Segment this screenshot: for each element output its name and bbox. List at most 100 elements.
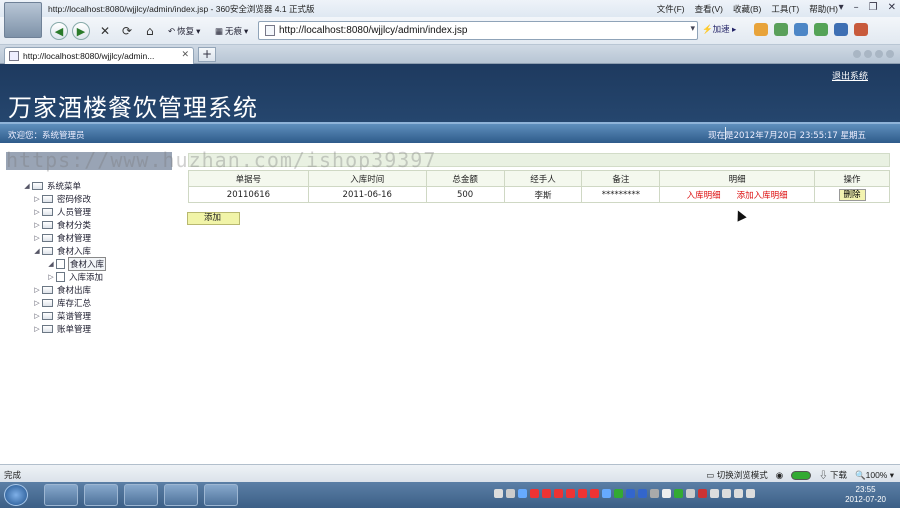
expand-toggle-icon[interactable]: ◢ (46, 260, 56, 268)
tree-item-label[interactable]: 食材入库 (56, 245, 92, 257)
expand-toggle-icon[interactable]: ▷ (32, 325, 42, 333)
security-icon[interactable] (814, 23, 828, 36)
tree-item-menu[interactable]: ▷ 菜谱管理 (32, 309, 106, 322)
tray-icon[interactable] (590, 489, 599, 498)
app-store-icon[interactable] (754, 23, 768, 36)
translate-icon[interactable] (794, 23, 808, 36)
notes-icon[interactable] (774, 23, 788, 36)
chevron-down-icon[interactable]: ▾ (690, 24, 695, 34)
close-icon[interactable]: ✕ (888, 2, 896, 13)
expand-toggle-icon[interactable]: ◢ (22, 182, 32, 190)
tree-root-label[interactable]: 系统菜单 (46, 180, 82, 192)
tree-item-label[interactable]: 密码修改 (56, 193, 92, 205)
accelerate-button[interactable]: ⚡加速 ▸ (702, 23, 736, 35)
tree-subitem-stock-in-add[interactable]: ▷ 入库添加 (46, 270, 106, 283)
tray-icon[interactable] (518, 489, 527, 498)
tree-item-label[interactable]: 菜谱管理 (56, 310, 92, 322)
menu-file[interactable]: 文件(F) (657, 3, 685, 15)
explorer-folder-icon[interactable] (204, 484, 238, 506)
tray-icon[interactable] (662, 489, 671, 498)
restore-icon[interactable]: ❐ (869, 2, 878, 13)
forward-arrow-icon[interactable]: ▶ (72, 22, 90, 40)
360-browser-icon[interactable] (84, 484, 118, 506)
tools-icon[interactable] (854, 23, 868, 36)
add-stock-in-detail-link[interactable]: 添加入库明细 (737, 191, 788, 201)
tray-icon[interactable] (566, 489, 575, 498)
tray-icon[interactable] (710, 489, 719, 498)
tree-item-label[interactable]: 食材出库 (56, 284, 92, 296)
restore-button[interactable]: ↶ 恢复 ▾ (168, 22, 200, 40)
tray-icon[interactable] (650, 489, 659, 498)
shield-icon[interactable]: ▾ (839, 2, 844, 13)
tree-subitem-label[interactable]: 入库添加 (68, 271, 104, 283)
tree-item-inventory[interactable]: ▷ 库存汇总 (32, 296, 106, 309)
tree-root[interactable]: ◢ 系统菜单 (22, 179, 106, 192)
network-icon[interactable] (722, 489, 731, 498)
expand-toggle-icon[interactable]: ▷ (32, 299, 42, 307)
start-button[interactable] (4, 484, 28, 506)
new-tab-button[interactable]: + (198, 47, 216, 62)
volume-icon[interactable] (746, 489, 755, 498)
zoom-control[interactable]: 🔍100% ▾ (855, 470, 894, 481)
menu-favorites[interactable]: 收藏(B) (733, 3, 761, 15)
tree-item-label[interactable]: 食材管理 (56, 232, 92, 244)
favorites-icon[interactable] (834, 23, 848, 36)
app-red-icon[interactable] (124, 484, 158, 506)
address-url[interactable]: http://localhost:8080/wjjlcy/admin/index… (279, 25, 467, 36)
expand-toggle-icon[interactable]: ▷ (32, 286, 42, 294)
tab-list-icon[interactable] (875, 50, 883, 58)
address-bar[interactable]: http://localhost:8080/wjjlcy/admin/index… (258, 21, 698, 40)
tray-icon[interactable] (698, 489, 707, 498)
tray-icon[interactable] (506, 489, 515, 498)
home-icon[interactable]: ⌂ (146, 22, 154, 40)
menu-view[interactable]: 查看(V) (695, 3, 723, 15)
expand-toggle-icon[interactable]: ▷ (46, 273, 56, 281)
download-button[interactable]: ⇩ 下载 (819, 469, 847, 481)
tray-icon[interactable] (602, 489, 611, 498)
collapse-toggle-icon[interactable]: ◢ (32, 247, 42, 255)
tree-subitem-label[interactable]: 食材入库 (68, 256, 107, 271)
tree-item-stock-in[interactable]: ◢ 食材入库 (32, 244, 106, 257)
tab-close-icon[interactable]: ✕ (181, 50, 189, 60)
add-button[interactable]: 添加 (187, 212, 240, 225)
tree-item-label[interactable]: 人员管理 (56, 206, 92, 218)
browse-mode-toggle[interactable]: ▭ 切换浏览模式 (706, 469, 767, 481)
tree-item-staff[interactable]: ▷ 人员管理 (32, 205, 106, 218)
tree-item-stock-out[interactable]: ▷ 食材出库 (32, 283, 106, 296)
delete-button[interactable]: 删除 (838, 188, 866, 201)
tray-icon[interactable] (686, 489, 695, 498)
tray-icon[interactable] (578, 489, 587, 498)
tray-icon[interactable] (530, 489, 539, 498)
minimize-icon[interactable]: – (854, 2, 859, 13)
incognito-button[interactable]: ▦ 无痕 ▾ (215, 22, 248, 40)
menu-tools[interactable]: 工具(T) (771, 3, 799, 15)
eclipse-icon[interactable] (164, 484, 198, 506)
toggle-switch[interactable] (791, 470, 812, 480)
tab-active[interactable]: http://localhost:8080/wjjlcy/admin... ✕ (4, 47, 194, 64)
taskbar-clock[interactable]: 23:55 2012-07-20 (845, 485, 886, 505)
tray-icon[interactable] (494, 489, 503, 498)
tray-icon[interactable] (626, 489, 635, 498)
stock-in-detail-link[interactable]: 入库明细 (687, 191, 721, 201)
tray-icon[interactable] (554, 489, 563, 498)
expand-toggle-icon[interactable]: ▷ (32, 221, 42, 229)
ie-icon[interactable] (44, 484, 78, 506)
refresh-icon[interactable]: ⟳ (122, 22, 132, 40)
tab-scroll-right-icon[interactable] (864, 50, 872, 58)
tray-icon[interactable] (638, 489, 647, 498)
expand-toggle-icon[interactable]: ▷ (32, 312, 42, 320)
tree-item-label[interactable]: 库存汇总 (56, 297, 92, 309)
tree-item-bills[interactable]: ▷ 账单管理 (32, 322, 106, 335)
flag-icon[interactable] (734, 489, 743, 498)
expand-toggle-icon[interactable]: ▷ (32, 195, 42, 203)
back-arrow-icon[interactable]: ◀ (50, 22, 68, 40)
menu-help[interactable]: 帮助(H) (809, 3, 838, 15)
stop-icon[interactable]: ✕ (100, 22, 110, 40)
expand-toggle-icon[interactable]: ▷ (32, 234, 42, 242)
tray-icon[interactable] (614, 489, 623, 498)
tree-item-ingredient-manage[interactable]: ▷ 食材管理 (32, 231, 106, 244)
logout-link[interactable]: 退出系统 (832, 69, 868, 82)
tree-item-label[interactable]: 食材分类 (56, 219, 92, 231)
tab-scroll-left-icon[interactable] (853, 50, 861, 58)
tree-subitem-stock-in[interactable]: ◢ 食材入库 (46, 256, 107, 271)
